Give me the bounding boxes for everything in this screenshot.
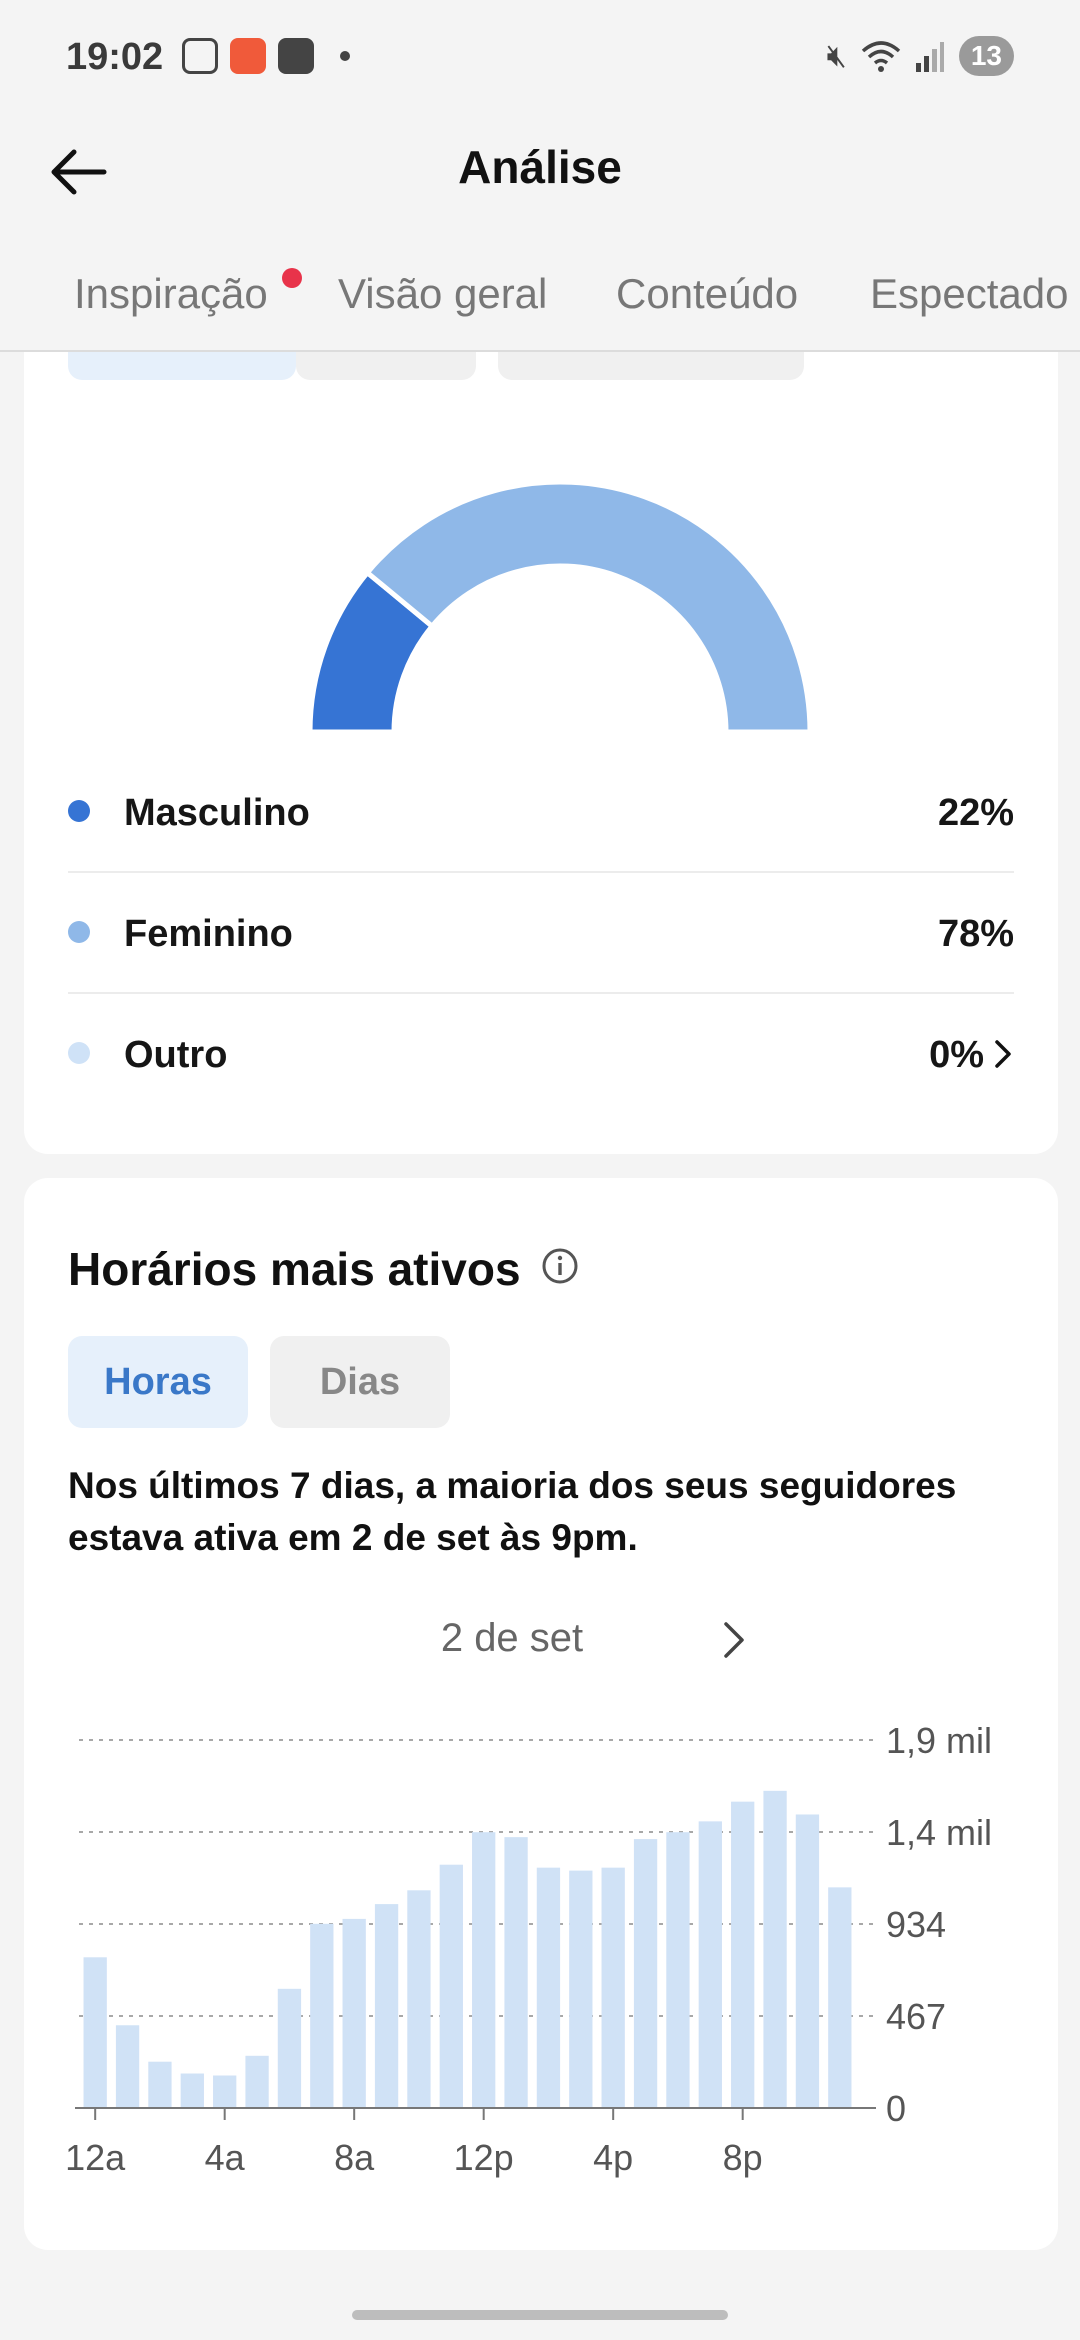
active-times-description: Nos últimos 7 dias, a maioria dos seus s…	[68, 1465, 957, 1558]
bar-hour-20[interactable]	[731, 1801, 755, 2108]
y-tick-label: 467	[886, 1996, 946, 2037]
donut-segment-feminino	[363, 479, 813, 735]
tab-inspiracao[interactable]: Inspiração	[74, 270, 268, 318]
legend-value: 0%	[929, 1034, 984, 1076]
legend-label: Outro	[124, 1034, 228, 1076]
info-icon[interactable]	[540, 1246, 580, 1286]
legend-row-female: Feminino 78%	[68, 873, 1014, 994]
bar-hour-2[interactable]	[148, 2061, 172, 2108]
bar-hour-3[interactable]	[180, 2073, 204, 2108]
bar-hour-1[interactable]	[115, 2025, 140, 2108]
legend-value: 78%	[937, 913, 1014, 955]
app-icon	[230, 38, 266, 74]
bar-hour-14[interactable]	[536, 1867, 561, 2108]
bar-hour-18[interactable]	[666, 1832, 690, 2108]
gender-half-donut-chart	[307, 479, 813, 735]
tab-visao-geral[interactable]: Visão geral	[338, 270, 547, 318]
wifi-icon	[861, 41, 901, 72]
filter-chip[interactable]	[498, 352, 804, 380]
x-tick-label: 4a	[205, 2137, 246, 2178]
new-indicator-dot	[282, 268, 302, 288]
y-tick-label: 934	[886, 1904, 946, 1945]
bar-hour-23[interactable]	[828, 1887, 852, 2108]
chevron-right-icon[interactable]	[992, 1036, 1014, 1072]
legend-row-other[interactable]: Outro 0%	[68, 994, 1014, 1115]
bar-hour-6[interactable]	[277, 1988, 302, 2108]
bar-hour-4[interactable]	[213, 2075, 237, 2108]
signal-icon	[915, 42, 944, 72]
filter-chip-selected[interactable]	[68, 352, 296, 380]
bar-hour-8[interactable]	[342, 1918, 366, 2108]
date-navigator: 2 de set	[24, 1598, 1058, 1678]
bar-hour-19[interactable]	[698, 1821, 722, 2108]
legend-value: 22%	[937, 792, 1014, 834]
more-notifications-dot	[340, 51, 350, 61]
shopping-bag-icon	[278, 38, 314, 74]
mute-icon: 🔇︎	[826, 37, 847, 73]
bar-hour-17[interactable]	[633, 1839, 658, 2108]
notification-count-badge: 13	[958, 36, 1014, 76]
y-tick-label: 1,9 mil	[886, 1720, 992, 1761]
tab-espectadores[interactable]: Espectado	[870, 270, 1068, 318]
app-header: Análise	[0, 118, 1080, 240]
bar-hour-21[interactable]	[763, 1790, 787, 2108]
filter-chip[interactable]	[296, 352, 476, 380]
bar-hour-12[interactable]	[472, 1832, 496, 2108]
bar-hour-16[interactable]	[601, 1867, 625, 2108]
legend-row-male: Masculino 22%	[68, 752, 1014, 873]
bar-hour-7[interactable]	[310, 1923, 334, 2108]
bar-hour-9[interactable]	[374, 1904, 399, 2108]
active-times-card: Horários mais ativos Horas Dias Nos últi…	[24, 1178, 1058, 2250]
home-indicator[interactable]	[352, 2310, 728, 2320]
status-time: 19:02	[66, 36, 164, 78]
legend-label: Feminino	[124, 913, 293, 955]
gender-card: Masculino 22% Feminino 78% Outro 0%	[24, 352, 1058, 1154]
male-color-dot	[68, 800, 90, 822]
legend-label: Masculino	[124, 792, 310, 834]
page-title: Análise	[458, 141, 622, 193]
tab-conteudo[interactable]: Conteúdo	[616, 270, 798, 318]
chevron-right-icon[interactable]	[716, 1618, 752, 1662]
x-tick-label: 12p	[454, 2137, 514, 2178]
tab-bar: Inspiração Visão geral Conteúdo Espectad…	[0, 240, 1080, 352]
active-hours-bar-chart: 0 467 934 1,4 mil 1,9 mil 12a 4a 8a 12p 4p 8p	[65, 1720, 992, 2178]
bar-hour-5[interactable]	[245, 2055, 269, 2108]
y-tick-label: 1,4 mil	[886, 1812, 992, 1853]
other-color-dot	[68, 1042, 90, 1064]
bar-hour-11[interactable]	[439, 1864, 463, 2108]
section-title: Horários mais ativos	[68, 1243, 521, 1295]
bar-hour-22[interactable]	[795, 1814, 820, 2108]
date-label: 2 de set	[440, 1616, 584, 1660]
bar-hour-13[interactable]	[504, 1837, 528, 2108]
status-bar: 19:02 🔇︎ 13	[0, 0, 1080, 118]
y-tick-label: 0	[886, 2088, 906, 2129]
female-color-dot	[68, 921, 90, 943]
bar-hour-0[interactable]	[83, 1957, 107, 2108]
toggle-hours[interactable]: Horas	[68, 1336, 248, 1428]
x-tick-label: 8p	[723, 2137, 763, 2178]
status-icons-left	[182, 38, 350, 74]
x-tick-label: 8a	[334, 2137, 375, 2178]
toggle-days[interactable]: Dias	[270, 1336, 450, 1428]
status-icons-right: 🔇︎ 13	[827, 36, 1014, 76]
x-tick-label: 4p	[593, 2137, 633, 2178]
bar-hour-15[interactable]	[569, 1870, 593, 2108]
bar-hour-10[interactable]	[407, 1890, 431, 2108]
x-tick-label: 12a	[65, 2137, 126, 2178]
gallery-icon	[182, 38, 218, 74]
